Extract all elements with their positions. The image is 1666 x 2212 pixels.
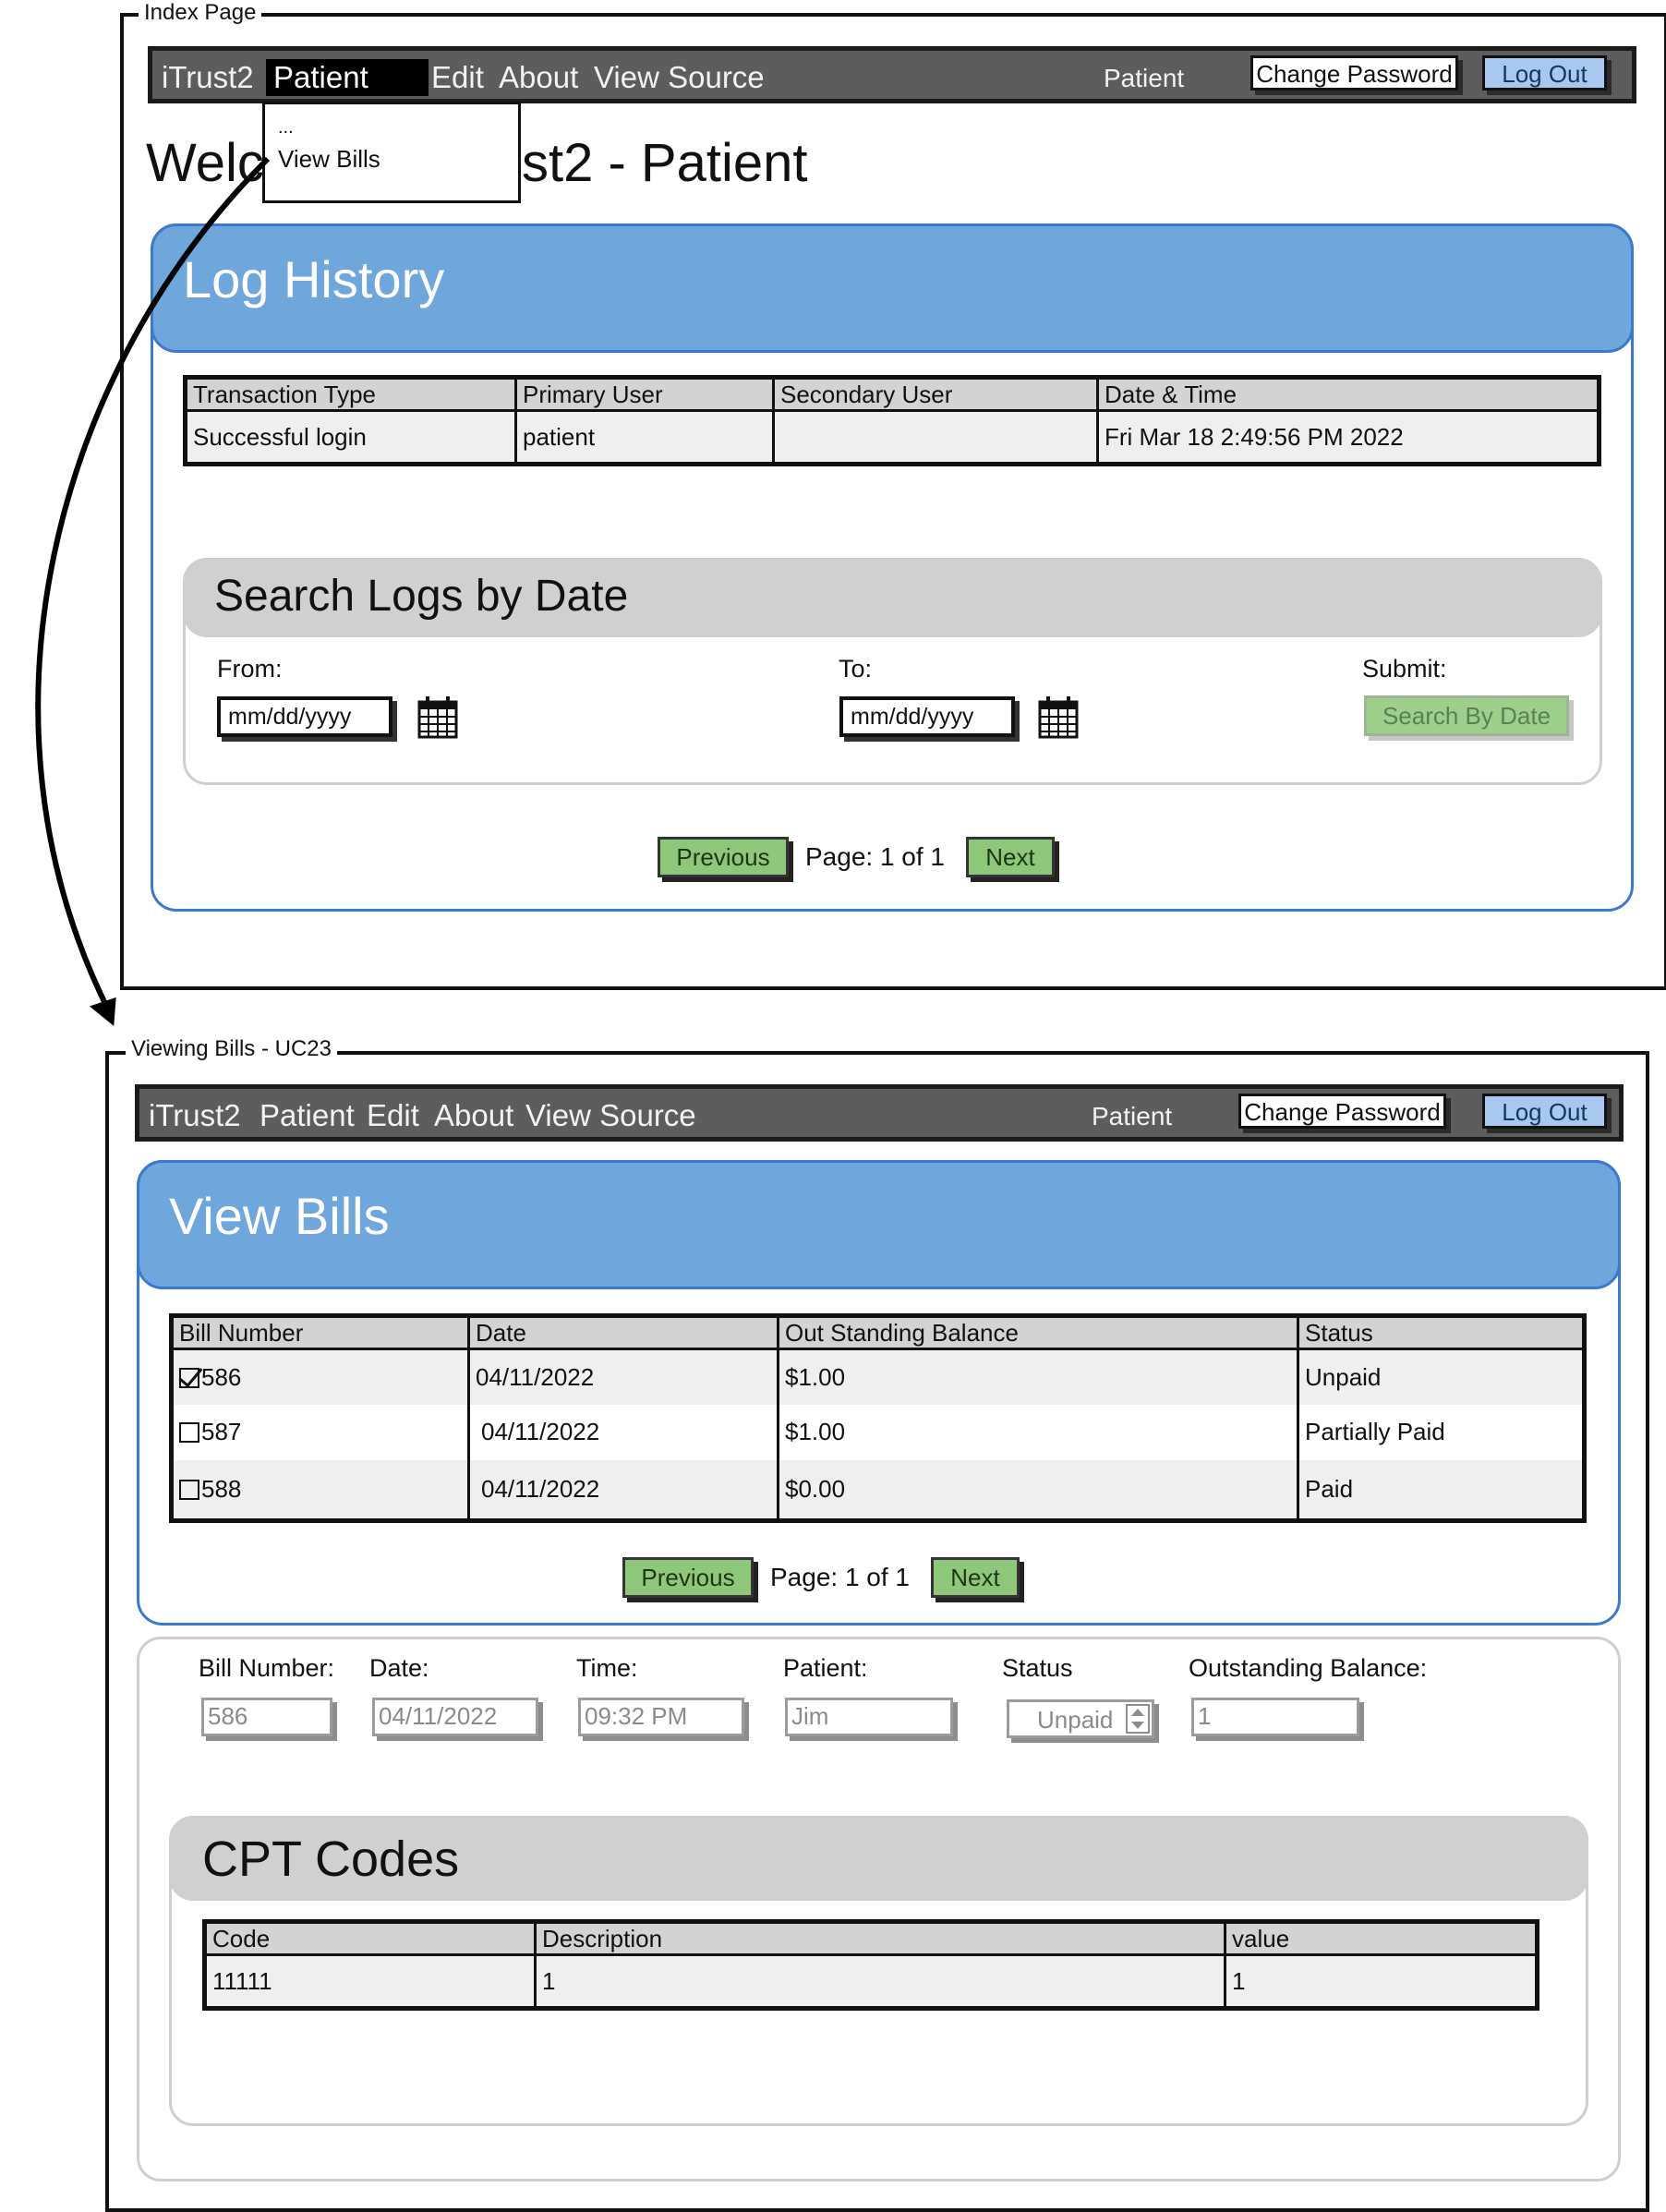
cell-balance: $1.00 [777, 1348, 1298, 1405]
nav-item-view-source[interactable]: View Source [525, 1097, 696, 1134]
cell-date-time: Fri Mar 18 2:49:56 PM 2022 [1096, 410, 1600, 465]
stepper-icon[interactable] [1126, 1704, 1150, 1734]
column-description: Description [534, 1921, 1225, 1956]
cpt-codes-title: CPT Codes [202, 1831, 460, 1887]
cell-code: 11111 [204, 1954, 536, 2009]
next-button[interactable]: Next [966, 837, 1055, 877]
cell-primary-user: patient [514, 410, 774, 465]
cell-bill-number[interactable]: 586 [171, 1348, 469, 1405]
bill-checkbox[interactable] [179, 1367, 199, 1388]
cell-date: 04/11/2022 [467, 1459, 779, 1521]
log-history-header: Log History [151, 224, 1634, 353]
cell-bill-number[interactable]: 587 [171, 1404, 469, 1460]
log-history-table: Transaction Type Primary User Secondary … [183, 375, 1601, 466]
column-status: Status [1297, 1315, 1585, 1350]
top-navbar: iTrust2 Patient Edit About View Source P… [148, 46, 1636, 103]
cpt-codes-table: Code Description value 11111 1 1 [202, 1919, 1539, 2011]
cell-bill-number[interactable]: 588 [171, 1459, 469, 1521]
nav-item-view-source[interactable]: View Source [594, 59, 765, 96]
submit-label: Submit: [1362, 655, 1447, 683]
nav-brand[interactable]: iTrust2 [149, 1097, 241, 1134]
table-row[interactable]: 588 04/11/2022 $0.00 Paid [171, 1459, 1585, 1521]
bill-number-text: 586 [201, 1362, 242, 1391]
date-label: Date: [369, 1654, 429, 1682]
nav-item-about[interactable]: About [434, 1097, 513, 1134]
column-bill-number: Bill Number [171, 1315, 469, 1350]
navigation-arrow [35, 156, 271, 1026]
cell-date: 04/11/2022 [467, 1348, 779, 1405]
bills-table: Bill Number Date Out Standing Balance St… [169, 1313, 1587, 1523]
outstanding-balance-label: Outstanding Balance: [1189, 1654, 1428, 1682]
search-logs-header: Search Logs by Date [183, 558, 1602, 637]
nav-item-about[interactable]: About [499, 59, 578, 96]
view-bills-header: View Bills [137, 1160, 1621, 1289]
status-select-value: Unpaid [1037, 1706, 1114, 1734]
column-value: value [1224, 1921, 1538, 1956]
nav-item-patient[interactable]: Patient [260, 1097, 355, 1134]
welcome-heading-right: st2 - Patient [522, 133, 808, 193]
logout-button[interactable]: Log Out [1482, 1094, 1607, 1129]
date-field[interactable]: 04/11/2022 [372, 1698, 538, 1736]
cell-status: Paid [1297, 1459, 1585, 1521]
cell-status: Partially Paid [1297, 1404, 1585, 1460]
previous-button[interactable]: Previous [658, 837, 789, 877]
cpt-codes-header: CPT Codes [169, 1816, 1588, 1901]
page-indicator: Page: 1 of 1 [770, 1563, 911, 1591]
previous-button[interactable]: Previous [622, 1557, 754, 1598]
patient-field[interactable]: Jim [785, 1698, 953, 1736]
time-label: Time: [576, 1654, 638, 1682]
time-field[interactable]: 09:32 PM [578, 1698, 744, 1736]
to-date-input[interactable]: mm/dd/yyyy [839, 696, 1015, 737]
view-bills-title: View Bills [169, 1187, 390, 1245]
nav-item-edit[interactable]: Edit [431, 59, 484, 96]
bill-number-field[interactable]: 586 [201, 1698, 332, 1736]
status-label: Status [1002, 1654, 1073, 1682]
cell-balance: $1.00 [777, 1404, 1298, 1460]
next-button[interactable]: Next [931, 1557, 1020, 1598]
cell-secondary-user [772, 410, 1098, 465]
column-secondary-user: Secondary User [772, 377, 1098, 412]
column-outstanding-balance: Out Standing Balance [777, 1315, 1298, 1350]
column-code: Code [204, 1921, 536, 1956]
column-date-time: Date & Time [1096, 377, 1600, 412]
nav-item-edit[interactable]: Edit [367, 1097, 419, 1134]
bill-checkbox[interactable] [179, 1422, 199, 1443]
nav-user-name: Patient [1092, 1102, 1173, 1130]
bill-number-text: 587 [201, 1418, 242, 1445]
table-row[interactable]: 586 04/11/2022 $1.00 Unpaid [171, 1348, 1585, 1405]
patient-label: Patient: [783, 1654, 868, 1682]
nav-user-name: Patient [1104, 64, 1185, 92]
change-password-button[interactable]: Change Password [1250, 55, 1458, 91]
table-row[interactable]: 587 04/11/2022 $1.00 Partially Paid [171, 1404, 1585, 1460]
bill-number-label: Bill Number: [199, 1654, 335, 1682]
cell-balance: $0.00 [777, 1459, 1298, 1521]
to-label: To: [839, 655, 873, 683]
page-indicator: Page: 1 of 1 [805, 842, 946, 871]
change-password-button[interactable]: Change Password [1238, 1094, 1446, 1129]
bill-number-text: 588 [201, 1474, 242, 1503]
cell-value: 1 [1224, 1954, 1538, 2009]
column-date: Date [467, 1315, 779, 1350]
calendar-icon[interactable] [1038, 695, 1079, 739]
calendar-icon[interactable] [417, 695, 458, 739]
search-by-date-button[interactable]: Search By Date [1364, 695, 1569, 736]
status-select[interactable]: Unpaid [1007, 1699, 1154, 1738]
bill-checkbox[interactable] [179, 1479, 199, 1500]
column-primary-user: Primary User [514, 377, 774, 412]
top-navbar: iTrust2 Patient Edit About View Source P… [135, 1084, 1624, 1142]
cell-status: Unpaid [1297, 1348, 1585, 1405]
cell-date: 04/11/2022 [467, 1404, 779, 1460]
logout-button[interactable]: Log Out [1482, 55, 1607, 91]
table-row: Successful login patient Fri Mar 18 2:49… [185, 410, 1600, 465]
table-row: 11111 1 1 [204, 1954, 1538, 2009]
patient-dropdown-menu: ... View Bills [262, 102, 521, 203]
cell-description: 1 [534, 1954, 1225, 2009]
outstanding-balance-field[interactable]: 1 [1191, 1698, 1359, 1736]
viewing-bills-frame-title: Viewing Bills - UC23 [126, 1036, 337, 1062]
